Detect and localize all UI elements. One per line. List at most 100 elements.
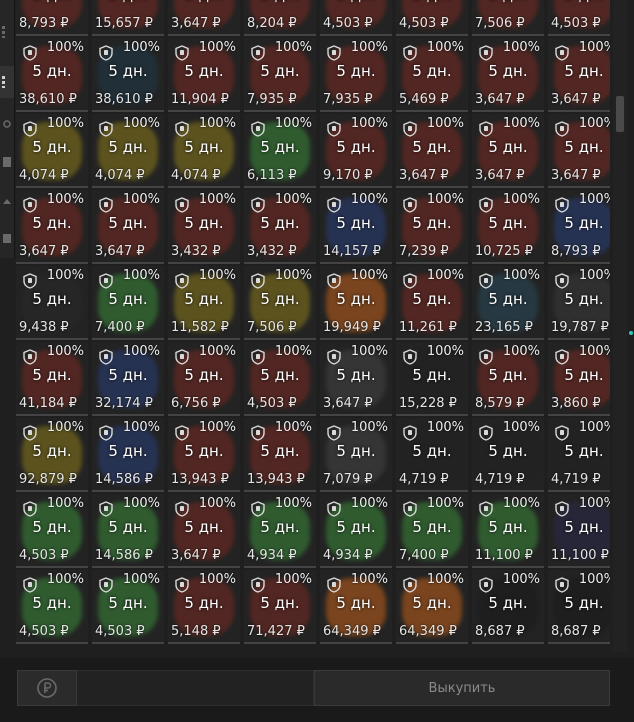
item-cell[interactable]: 100% 5 дн. 11,100 ₽ — [472, 494, 544, 568]
cell-underline — [168, 110, 240, 112]
item-cell[interactable]: 100% 5 дн. 7,239 ₽ — [396, 190, 468, 264]
cell-underline — [168, 186, 240, 188]
ruble-refund-button[interactable] — [17, 670, 77, 706]
shield-icon — [23, 197, 37, 213]
item-cell[interactable]: 100% 5 дн. 10,725 ₽ — [472, 190, 544, 264]
sidebar-gear-icon[interactable] — [0, 108, 14, 140]
item-cell[interactable]: 100%5 дн.3,647 ₽ — [548, 38, 610, 112]
item-cell[interactable]: 100%5 дн.8,204 ₽ — [244, 0, 316, 36]
sidebar-hat-icon[interactable] — [0, 186, 14, 218]
shield-icon — [327, 197, 341, 213]
item-cell[interactable]: 100%5 дн.3,647 ₽ — [472, 114, 544, 188]
item-cell[interactable]: 100%5 дн.4,503 ₽ — [396, 0, 468, 36]
item-cell[interactable]: 100%5 дн.4,503 ₽ — [16, 570, 88, 644]
item-cell[interactable]: 100% 5 дн. 13,943 ₽ — [168, 418, 240, 492]
item-cell[interactable]: 100% 5 дн. 11,100 ₽ — [548, 494, 610, 568]
sidebar-card-icon[interactable] — [0, 146, 14, 178]
item-cell[interactable]: 100%5 дн.4,503 ₽ — [548, 0, 610, 36]
cell-underline — [396, 642, 468, 644]
sidebar-list-icon[interactable] — [0, 66, 14, 98]
sidebar-grid-icon[interactable] — [0, 16, 14, 48]
item-cell[interactable]: 100% 5 дн. 19,787 ₽ — [548, 266, 610, 340]
item-cell[interactable]: 100% 5 дн. 3,432 ₽ — [244, 190, 316, 264]
item-cell[interactable]: 100%5 дн.4,503 ₽ — [16, 494, 88, 568]
scrollbar-thumb[interactable] — [616, 96, 624, 132]
item-cell[interactable]: 100% 5 дн. 4,934 ₽ — [320, 494, 392, 568]
item-cell[interactable]: 100% 5 дн. 8,579 ₽ — [472, 342, 544, 416]
item-cell[interactable]: 100% 5 дн. 13,943 ₽ — [244, 418, 316, 492]
item-cell[interactable]: 100% 5 дн. 4,074 ₽ — [92, 114, 164, 188]
item-cell[interactable]: 100% 5 дн. 11,261 ₽ — [396, 266, 468, 340]
item-cell[interactable]: 100% 5 дн. 38,610 ₽ — [16, 38, 88, 112]
item-cell[interactable]: 100% 5 дн. 4,719 ₽ — [548, 418, 610, 492]
item-cell[interactable]: 100% 5 дн. 7,935 ₽ — [320, 38, 392, 112]
item-cell[interactable]: 100% 5 дн. 4,074 ₽ — [168, 114, 240, 188]
item-price: 64,349 ₽ — [399, 624, 457, 639]
item-cell[interactable]: 100% 5 дн. 4,934 ₽ — [244, 494, 316, 568]
sidebar-box-icon[interactable] — [0, 222, 14, 254]
item-cell[interactable]: 100%5 дн.3,647 ₽ — [168, 0, 240, 36]
edge-indicator — [629, 331, 633, 335]
item-cell[interactable]: 100%5 дн.3,647 ₽ — [168, 494, 240, 568]
item-cell[interactable]: 100% 5 дн. 7,935 ₽ — [244, 38, 316, 112]
item-cell[interactable]: 100% 5 дн. 4,719 ₽ — [396, 418, 468, 492]
item-cell[interactable]: 100%5 дн.8,793 ₽ — [16, 0, 88, 36]
item-cell[interactable]: 100% 5 дн. 7,400 ₽ — [92, 266, 164, 340]
cell-underline — [244, 414, 316, 416]
item-cell[interactable]: 100% 5 дн. 8,687 ₽ — [548, 570, 610, 644]
item-cell[interactable]: 100% 5 дн. 14,586 ₽ — [92, 494, 164, 568]
item-cell[interactable]: 100% 5 дн. 15,228 ₽ — [396, 342, 468, 416]
item-price: 4,503 ₽ — [19, 548, 69, 563]
item-cell[interactable]: 100% 5 дн. 19,949 ₽ — [320, 266, 392, 340]
item-cell[interactable]: 100% 5 дн. 3,860 ₽ — [548, 342, 610, 416]
item-cell[interactable]: 100%5 дн.7,506 ₽ — [244, 266, 316, 340]
item-cell[interactable]: 100% 5 дн. 3,432 ₽ — [168, 190, 240, 264]
item-cell[interactable]: 100%5 дн.4,503 ₽ — [244, 342, 316, 416]
item-cell[interactable]: 100% 5 дн. 5,148 ₽ — [168, 570, 240, 644]
item-cell[interactable]: 100%5 дн.3,647 ₽ — [472, 38, 544, 112]
item-price: 3,647 ₽ — [171, 16, 221, 31]
item-cell[interactable]: 100% 5 дн. 4,074 ₽ — [16, 114, 88, 188]
item-cell[interactable]: 100% 5 дн. 32,174 ₽ — [92, 342, 164, 416]
item-cell[interactable]: 100%5 дн.4,503 ₽ — [320, 0, 392, 36]
item-cell[interactable]: 100% 5 дн. 14,586 ₽ — [92, 418, 164, 492]
item-cell[interactable]: 100%5 дн.3,647 ₽ — [396, 114, 468, 188]
item-cell[interactable]: 100% 5 дн. 9,170 ₽ — [320, 114, 392, 188]
item-cell[interactable]: 100% 5 дн. 23,165 ₽ — [472, 266, 544, 340]
item-price: 11,904 ₽ — [171, 92, 229, 107]
item-cell[interactable]: 100%5 дн.3,647 ₽ — [92, 190, 164, 264]
item-cell[interactable]: 100% 5 дн. 4,719 ₽ — [472, 418, 544, 492]
item-cell[interactable]: 100% 5 дн. 11,904 ₽ — [168, 38, 240, 112]
rental-duration: 5 дн. — [564, 62, 604, 80]
rental-duration: 5 дн. — [260, 290, 300, 308]
item-cell[interactable]: 100%5 дн.3,647 ₽ — [548, 114, 610, 188]
item-cell[interactable]: 100% 5 дн. 6,756 ₽ — [168, 342, 240, 416]
shield-icon — [327, 45, 341, 61]
item-cell[interactable]: 100% 5 дн. 8,687 ₽ — [472, 570, 544, 644]
item-cell[interactable]: 100% 5 дн. 14,157 ₽ — [320, 190, 392, 264]
durability-percent: 100% — [198, 572, 236, 587]
item-cell[interactable]: 100% 5 дн. 64,349 ₽ — [396, 570, 468, 644]
item-cell[interactable]: 100% 5 дн. 64,349 ₽ — [320, 570, 392, 644]
item-cell[interactable]: 100%5 дн.7,506 ₽ — [472, 0, 544, 36]
item-cell[interactable]: 100% 5 дн. 92,879 ₽ — [16, 418, 88, 492]
item-cell[interactable]: 100% 5 дн. 6,113 ₽ — [244, 114, 316, 188]
item-cell[interactable]: 100% 5 дн. 38,610 ₽ — [92, 38, 164, 112]
buy-button[interactable]: Выкупить — [314, 670, 610, 706]
item-cell[interactable]: 100% 5 дн. 7,079 ₽ — [320, 418, 392, 492]
item-cell[interactable]: 100%5 дн.4,503 ₽ — [92, 570, 164, 644]
item-cell[interactable]: 100% 5 дн. 7,400 ₽ — [396, 494, 468, 568]
shield-icon — [251, 577, 265, 593]
item-cell[interactable]: 100%5 дн.8,793 ₽ — [548, 190, 610, 264]
item-cell[interactable]: 100%5 дн.3,647 ₽ — [320, 342, 392, 416]
durability-percent: 100% — [274, 116, 312, 131]
item-cell[interactable]: 100% 5 дн. 5,469 ₽ — [396, 38, 468, 112]
item-cell[interactable]: 100% 5 дн. 41,184 ₽ — [16, 342, 88, 416]
item-cell[interactable]: 100% 5 дн. 71,427 ₽ — [244, 570, 316, 644]
item-cell[interactable]: 100%5 дн.3,647 ₽ — [16, 190, 88, 264]
item-cell[interactable]: 100% 5 дн. 9,438 ₽ — [16, 266, 88, 340]
item-cell[interactable]: 100%5 дн.15,657 ₽ — [92, 0, 164, 36]
cell-underline — [168, 414, 240, 416]
scrollbar[interactable] — [613, 0, 627, 652]
item-cell[interactable]: 100% 5 дн. 11,582 ₽ — [168, 266, 240, 340]
